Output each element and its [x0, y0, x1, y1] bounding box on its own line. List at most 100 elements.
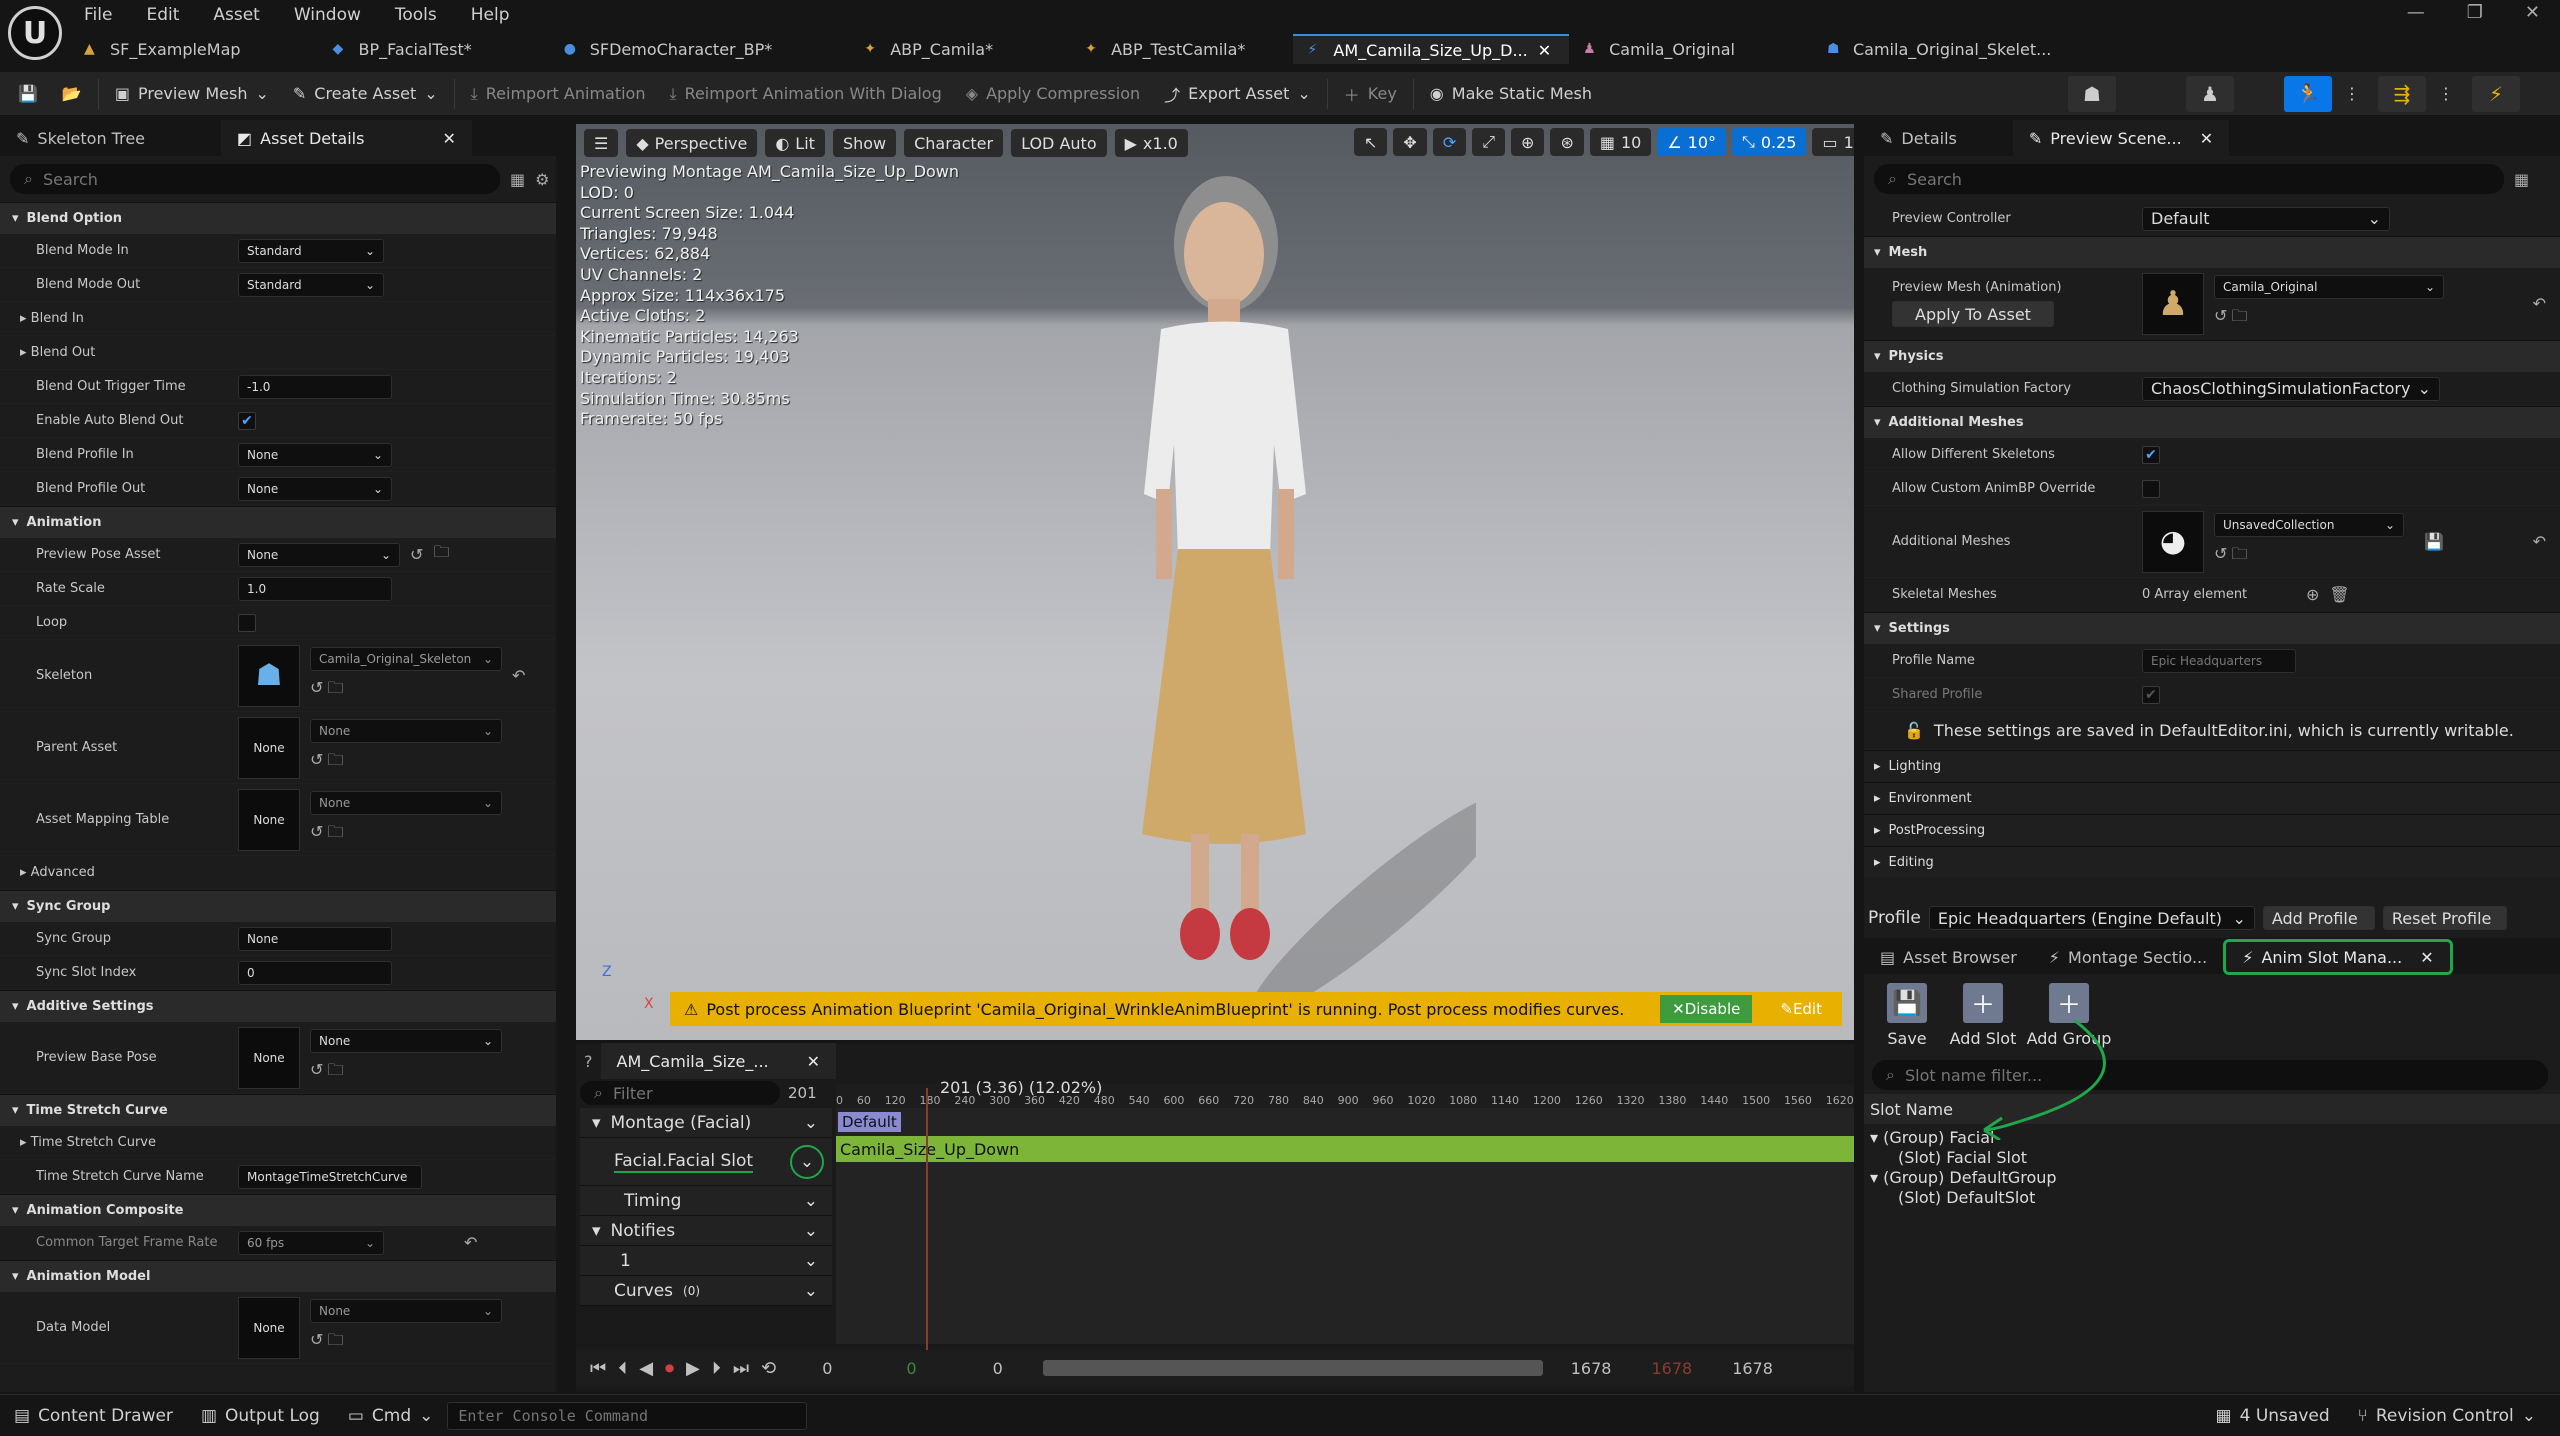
browse-folder-icon[interactable]: 🗀 — [328, 750, 344, 769]
allow-skeletons-checkbox[interactable]: ✔ — [2142, 445, 2160, 464]
preview-mesh-thumbnail[interactable]: ♟ — [2142, 272, 2204, 335]
play-end-field[interactable]: 1678 — [1651, 1359, 1692, 1378]
tab-montage-sections[interactable]: ⚡ Montage Sectio... — [2033, 939, 2223, 975]
blend-out-trigger-field[interactable]: -1.0 — [238, 374, 392, 399]
tab-camila-original[interactable]: ♟ Camila_Original — [1569, 34, 1753, 64]
tab-asset-browser[interactable]: ▤ Asset Browser — [1864, 939, 2033, 975]
tab-anim-slot-manager[interactable]: ⚡ Anim Slot Mana... ✕ — [2223, 939, 2453, 975]
profile-name-field[interactable]: Epic Headquarters — [2142, 648, 2296, 673]
mesh-mode-button[interactable]: ♟ — [2186, 75, 2234, 112]
unreal-logo-icon[interactable]: U — [8, 6, 62, 60]
menu-tools[interactable]: Tools — [395, 5, 437, 25]
scale-tool-icon[interactable]: ⤢ — [1472, 128, 1506, 156]
skeleton-thumbnail[interactable]: ☗ — [238, 644, 300, 707]
section-lighting[interactable]: ▸ Lighting — [1864, 750, 2560, 782]
revert-icon[interactable]: ↶ — [464, 1233, 477, 1252]
revert-icon[interactable]: ↶ — [512, 666, 525, 685]
reset-arrow-icon[interactable]: ↺ — [2214, 544, 2227, 563]
data-model-thumbnail[interactable]: None — [238, 1296, 300, 1359]
sync-group-field[interactable]: None — [238, 926, 392, 951]
save-collection-icon[interactable]: 💾 — [2424, 532, 2444, 551]
track-curves[interactable]: Curves (0) ⌄ — [580, 1276, 832, 1306]
reset-arrow-icon[interactable]: ↺ — [310, 750, 323, 769]
section-editing[interactable]: ▸ Editing — [1864, 846, 2560, 878]
tree-slot-facial[interactable]: (Slot) Facial Slot — [1870, 1148, 2560, 1168]
camera-speed-button[interactable]: ▭ 1 — [1812, 128, 1854, 156]
timeline-scrollbar[interactable] — [1042, 1360, 1543, 1376]
skip-to-end-icon[interactable]: ⏭ — [733, 1358, 749, 1379]
tab-skeleton-tree[interactable]: ✎ Skeleton Tree — [0, 120, 161, 156]
browse-folder-icon[interactable]: 🗀 — [433, 541, 449, 568]
timeline-tracks[interactable]: 201 (3.36) (12.02%) 0 60 120 180 240 300 360 42… — [836, 1078, 1854, 1378]
help-icon[interactable]: ? — [584, 1052, 593, 1071]
skip-to-start-icon[interactable]: ⏮ — [590, 1358, 606, 1379]
browse-folder-icon[interactable]: 🗀 — [328, 1330, 344, 1349]
chevron-down-icon[interactable]: ⌄ — [804, 1191, 818, 1211]
select-tool-icon[interactable]: ↖ — [1354, 128, 1388, 156]
lod-button[interactable]: LOD Auto — [1011, 129, 1107, 157]
row-blend-out[interactable]: ▸ Blend Out — [0, 336, 556, 370]
maximize-icon[interactable]: ❐ — [2467, 2, 2483, 23]
profile-dropdown[interactable]: Epic Headquarters (Engine Default) ⌄ — [1928, 906, 2255, 930]
menu-asset[interactable]: Asset — [213, 5, 259, 25]
section-additional-meshes[interactable]: ▾ Additional Meshes — [1864, 406, 2560, 438]
blend-mode-out-dropdown[interactable]: Standard ⌄ — [238, 272, 384, 297]
menu-file[interactable]: File — [84, 5, 112, 25]
chevron-down-icon[interactable]: ⌄ — [804, 1221, 818, 1241]
track-notify-1[interactable]: 1 ⌄ — [580, 1246, 832, 1276]
section-additive[interactable]: ▾ Additive Settings — [0, 990, 556, 1022]
view-end-field[interactable]: 1678 — [1571, 1359, 1612, 1378]
section-anim-model[interactable]: ▾ Animation Model — [0, 1260, 556, 1292]
track-timing[interactable]: Timing ⌄ — [580, 1186, 832, 1216]
blend-mode-in-dropdown[interactable]: Standard ⌄ — [238, 238, 384, 263]
play-icon[interactable]: ▶ — [686, 1358, 700, 1379]
lit-button[interactable]: ◐ Lit — [765, 129, 825, 157]
cloth-factory-dropdown[interactable]: ChaosClothingSimulationFactory ⌄ — [2142, 376, 2440, 401]
browse-folder-icon[interactable]: 🗀 — [328, 678, 344, 697]
reset-arrow-icon[interactable]: ↺ — [310, 822, 323, 841]
edit-button[interactable]: ✎ Edit — [1768, 995, 1834, 1023]
disable-button[interactable]: ✕ Disable — [1660, 995, 1753, 1023]
default-section-marker[interactable]: Default — [838, 1112, 901, 1132]
add-profile-button[interactable]: Add Profile — [2262, 906, 2375, 930]
parent-asset-thumbnail[interactable]: None — [238, 716, 300, 779]
data-model-dropdown[interactable]: None ⌄ — [310, 1299, 502, 1323]
save-slots-button[interactable]: 💾 Save — [1872, 982, 1942, 1048]
close-tab-icon[interactable]: ✕ — [807, 1052, 820, 1071]
rotation-snap-button[interactable]: ∠ 10° — [1657, 128, 1727, 156]
tab-camila-skeleton[interactable]: ☗ Camila_Original_Skelet... — [1813, 34, 2069, 64]
tree-group-default[interactable]: ▾ (Group) DefaultGroup — [1870, 1168, 2560, 1188]
reimport-dialog-button[interactable]: ⤓ Reimport Animation With Dialog — [657, 76, 953, 112]
playhead[interactable] — [926, 1088, 928, 1378]
play-reverse-icon[interactable]: ◀ — [639, 1358, 653, 1379]
preview-mesh-button[interactable]: ▣ Preview Mesh ⌄ — [103, 76, 281, 112]
apply-to-asset-button[interactable]: Apply To Asset — [1892, 301, 2054, 327]
reimport-animation-button[interactable]: ⤓ Reimport Animation — [459, 76, 658, 112]
output-log-button[interactable]: ▥ Output Log — [187, 1395, 334, 1436]
key-button[interactable]: ＋ Key — [1332, 76, 1409, 112]
reset-arrow-icon[interactable]: ↺ — [310, 1060, 323, 1079]
preview-search-input[interactable] — [1906, 169, 2504, 189]
grid-snap-button[interactable]: ▦ 10 — [1589, 128, 1652, 156]
tab-asset-details[interactable]: ◩ Asset Details ✕ — [221, 120, 472, 156]
section-mesh[interactable]: ▾ Mesh — [1864, 236, 2560, 268]
base-pose-dropdown[interactable]: None ⌄ — [310, 1029, 502, 1053]
rate-scale-field[interactable]: 1.0 — [238, 576, 392, 601]
show-button[interactable]: Show — [832, 129, 897, 157]
cmd-button[interactable]: ▭ Cmd ⌄ — [334, 1395, 448, 1436]
reset-arrow-icon[interactable]: ↺ — [410, 545, 423, 564]
blend-profile-out-dropdown[interactable]: None ⌄ — [238, 476, 392, 501]
row-time-stretch[interactable]: ▸ Time Stretch Curve — [0, 1126, 556, 1160]
tab-details[interactable]: ✎ Details — [1864, 120, 1973, 156]
step-back-icon[interactable]: ⏴ — [618, 1358, 627, 1379]
frame-field[interactable]: 201 — [788, 1084, 817, 1102]
mapping-table-dropdown[interactable]: None ⌄ — [310, 791, 502, 815]
browse-icon[interactable]: 📂 — [50, 76, 94, 112]
section-physics[interactable]: ▾ Physics — [1864, 340, 2560, 372]
tab-sfdemocharacter[interactable]: ● SFDemoCharacter_BP* — [550, 34, 791, 64]
delete-icon[interactable]: 🗑 — [2329, 585, 2349, 604]
shared-profile-checkbox[interactable]: ✔ — [2142, 685, 2160, 704]
preview-mesh-dropdown[interactable]: Camila_Original ⌄ — [2214, 275, 2444, 299]
section-sync-group[interactable]: ▾ Sync Group — [0, 890, 556, 922]
skeleton-mode-button[interactable]: ☗ — [2068, 75, 2116, 112]
